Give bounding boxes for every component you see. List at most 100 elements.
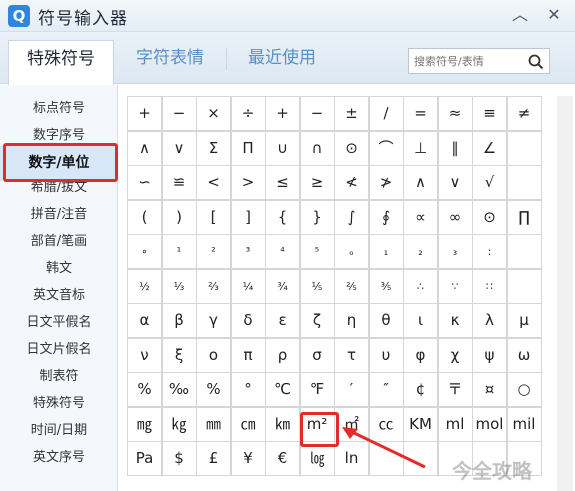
- symbol-cell[interactable]: ₂: [403, 234, 438, 269]
- symbol-cell[interactable]: ㏄: [368, 406, 404, 442]
- symbol-cell[interactable]: ≈: [437, 96, 473, 131]
- symbol-cell[interactable]: χ: [437, 337, 473, 373]
- symbol-cell[interactable]: ν: [127, 337, 162, 373]
- symbol-cell[interactable]: θ: [368, 303, 404, 338]
- close-button[interactable]: ✕: [542, 4, 566, 26]
- sidebar-item-korean[interactable]: 韩文: [0, 255, 118, 282]
- symbol-cell[interactable]: ∏: [506, 199, 542, 235]
- symbol-cell[interactable]: ′: [334, 372, 369, 407]
- symbol-cell[interactable]: τ: [334, 337, 369, 373]
- symbol-cell[interactable]: :: [472, 234, 507, 269]
- symbol-cell[interactable]: φ: [403, 337, 438, 373]
- sidebar-item-pinyin-zhuyin[interactable]: 拼音/注音: [0, 201, 118, 228]
- symbol-cell[interactable]: ∫: [334, 199, 369, 235]
- sidebar-item-special-symbols[interactable]: 特殊符号: [0, 390, 118, 417]
- symbol-cell[interactable]: ρ: [265, 337, 300, 373]
- symbol-cell[interactable]: ⅔: [196, 268, 231, 304]
- symbol-cell[interactable]: λ: [472, 303, 507, 338]
- symbol-cell[interactable]: ]: [230, 199, 266, 235]
- tab-special-symbols[interactable]: 特殊符号: [8, 40, 114, 85]
- symbol-cell[interactable]: ○: [506, 372, 542, 407]
- symbol-cell[interactable]: ο: [196, 337, 231, 373]
- symbol-cell[interactable]: ∨: [437, 165, 473, 200]
- symbol-cell[interactable]: ⊙: [334, 130, 369, 166]
- symbol-cell[interactable]: (: [127, 199, 162, 235]
- symbol-cell[interactable]: ψ: [472, 337, 507, 373]
- symbol-cell[interactable]: %: [127, 372, 162, 407]
- symbol-cell[interactable]: ∘: [127, 234, 162, 269]
- symbol-cell[interactable]: ε: [265, 303, 300, 338]
- symbol-cell[interactable]: ∴: [403, 268, 438, 304]
- symbol-cell[interactable]: ㎞: [265, 406, 300, 442]
- symbol-cell[interactable]: ∕: [368, 96, 404, 131]
- symbol-cell[interactable]: ≮: [334, 165, 369, 200]
- symbol-cell[interactable]: m²: [299, 406, 335, 442]
- symbol-cell[interactable]: ≡: [472, 96, 507, 131]
- symbol-cell[interactable]: ‰: [161, 372, 197, 407]
- symbol-cell[interactable]: ⌒: [368, 130, 404, 166]
- symbol-cell[interactable]: ㎝: [230, 406, 266, 442]
- symbol-cell[interactable]: ln: [334, 441, 369, 476]
- symbol-cell[interactable]: €: [265, 441, 300, 476]
- symbol-cell[interactable]: }: [299, 199, 335, 235]
- symbol-cell[interactable]: <: [196, 165, 231, 200]
- symbol-cell[interactable]: ㎎: [127, 406, 162, 442]
- sidebar-item-hiragana[interactable]: 日文平假名: [0, 309, 118, 336]
- symbol-cell[interactable]: ≌: [161, 165, 197, 200]
- symbol-cell[interactable]: ″: [368, 372, 404, 407]
- symbol-cell[interactable]: υ: [368, 337, 404, 373]
- symbol-cell[interactable]: ¼: [230, 268, 266, 304]
- symbol-cell[interactable]: ζ: [299, 303, 335, 338]
- symbol-cell[interactable]: Π: [230, 130, 266, 166]
- symbol-cell[interactable]: η: [334, 303, 369, 338]
- scrollbar[interactable]: [557, 96, 573, 491]
- symbol-cell[interactable]: ∽: [127, 165, 162, 200]
- symbol-cell[interactable]: ÷: [230, 96, 266, 131]
- symbol-cell[interactable]: ∥: [437, 130, 473, 166]
- symbol-cell[interactable]: Pa: [127, 441, 162, 476]
- symbol-cell[interactable]: ㏒: [299, 441, 335, 476]
- symbol-cell[interactable]: ∨: [161, 130, 197, 166]
- symbol-cell[interactable]: ¾: [265, 268, 300, 304]
- symbol-cell[interactable]: ¢: [403, 372, 438, 407]
- sidebar-item-radicals-strokes[interactable]: 部首/笔画: [0, 228, 118, 255]
- symbol-cell[interactable]: ³: [230, 234, 266, 269]
- symbol-cell[interactable]: ⊥: [403, 130, 438, 166]
- symbol-cell[interactable]: β: [161, 303, 197, 338]
- symbol-cell[interactable]: κ: [437, 303, 473, 338]
- tab-recently-used[interactable]: 最近使用: [234, 44, 330, 84]
- symbol-cell[interactable]: KM: [403, 406, 438, 442]
- symbol-cell[interactable]: ㎜: [196, 406, 231, 442]
- symbol-cell[interactable]: £: [196, 441, 231, 476]
- symbol-cell[interactable]: ≥: [299, 165, 335, 200]
- search-input[interactable]: [409, 49, 521, 73]
- symbol-cell[interactable]: >: [230, 165, 266, 200]
- symbol-cell[interactable]: +: [127, 96, 162, 131]
- symbol-cell[interactable]: ξ: [161, 337, 197, 373]
- symbol-cell[interactable]: μ: [506, 303, 542, 338]
- symbol-cell[interactable]: ≠: [506, 96, 542, 131]
- sidebar-item-box-drawing[interactable]: 制表符: [0, 363, 118, 390]
- symbol-cell[interactable]: ½: [127, 268, 162, 304]
- symbol-cell[interactable]: ∵: [437, 268, 473, 304]
- symbol-cell[interactable]: ∝: [403, 199, 438, 235]
- symbol-cell[interactable]: ω: [506, 337, 542, 373]
- symbol-cell[interactable]: ml: [437, 406, 473, 442]
- symbol-cell[interactable]: ∧: [127, 130, 162, 166]
- symbol-cell[interactable]: ⅖: [334, 268, 369, 304]
- symbol-cell[interactable]: ₒ: [334, 234, 369, 269]
- symbol-cell[interactable]: ≤: [265, 165, 300, 200]
- symbol-cell[interactable]: ℉: [299, 372, 335, 407]
- symbol-cell[interactable]: δ: [230, 303, 266, 338]
- symbol-cell[interactable]: ∪: [265, 130, 300, 166]
- symbol-cell[interactable]: %: [196, 372, 231, 407]
- tab-character-emoticons[interactable]: 字符表情: [122, 44, 218, 84]
- sidebar-item-number-sequence[interactable]: 数字序号: [0, 122, 118, 149]
- symbol-cell[interactable]: ⅕: [299, 268, 335, 304]
- symbol-cell[interactable]: ₁: [368, 234, 404, 269]
- sidebar-item-english-phonetics[interactable]: 英文音标: [0, 282, 118, 309]
- symbol-cell[interactable]: ×: [196, 96, 231, 131]
- symbol-cell[interactable]: ∞: [437, 199, 473, 235]
- symbol-cell[interactable]: ⅗: [368, 268, 404, 304]
- symbol-cell[interactable]: √: [472, 165, 507, 200]
